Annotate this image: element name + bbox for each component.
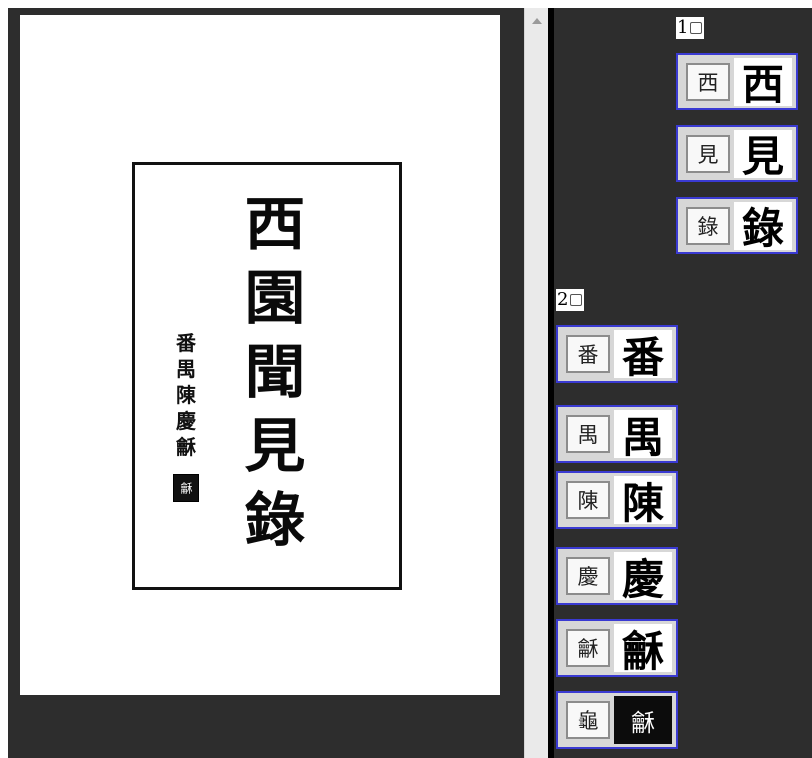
group-1-header[interactable]: 1	[676, 17, 705, 39]
author-char: 慶	[176, 409, 196, 433]
title-char: 聞	[244, 338, 306, 406]
scroll-up-arrow-icon[interactable]	[532, 18, 542, 24]
author-char: 番	[176, 331, 196, 355]
group-2-label: 2	[557, 289, 569, 310]
char-card[interactable]: 龢 龢	[556, 619, 678, 677]
char-glyph-image: 西	[734, 57, 792, 109]
char-text: 陳	[566, 481, 610, 519]
seal-stamp: 龢	[173, 474, 199, 502]
scanned-page: 西 園 聞 見 錄 番 禺 陳 慶 龢 龢	[20, 15, 500, 695]
author-char: 陳	[176, 383, 196, 407]
title-char: 園	[244, 264, 306, 332]
char-text: 番	[566, 335, 610, 373]
title-char: 錄	[244, 486, 306, 554]
title-char: 見	[244, 412, 306, 480]
char-card[interactable]: 禺 禺	[556, 405, 678, 463]
title-char: 西	[244, 190, 306, 258]
char-card[interactable]: 錄 錄	[676, 197, 798, 254]
char-text: 龢	[566, 629, 610, 667]
char-glyph-image: 慶	[614, 552, 672, 604]
vertical-scrollbar[interactable]	[524, 8, 549, 758]
char-card[interactable]: 見 見	[676, 125, 798, 182]
char-text: 龜	[566, 701, 610, 739]
char-card[interactable]: 西 西	[676, 53, 798, 110]
char-card[interactable]: 慶 慶	[556, 547, 678, 605]
seal-glyph: 龢	[631, 708, 655, 737]
char-text: 見	[686, 134, 730, 173]
char-glyph-image: 見	[734, 129, 792, 181]
group-2-header[interactable]: 2	[556, 289, 585, 311]
author-char: 禺	[176, 357, 196, 381]
group-2-checkbox[interactable]	[570, 294, 583, 306]
group-1-label: 1	[677, 17, 689, 38]
char-card[interactable]: 龜 龢	[556, 691, 678, 749]
char-text: 慶	[566, 557, 610, 595]
title-frame: 西 園 聞 見 錄 番 禺 陳 慶 龢 龢	[132, 162, 402, 590]
char-text: 西	[686, 62, 730, 101]
char-glyph-image: 錄	[734, 201, 792, 253]
group-1-checkbox[interactable]	[690, 22, 703, 34]
author-char: 龢	[176, 435, 196, 459]
char-glyph-image: 龢	[614, 624, 672, 676]
char-card[interactable]: 番 番	[556, 325, 678, 383]
char-text: 錄	[686, 206, 730, 245]
char-glyph-image: 陳	[614, 476, 672, 528]
seal-char: 龢	[179, 482, 193, 494]
app: 西 園 聞 見 錄 番 禺 陳 慶 龢 龢 1 西 西 見 見 錄 錄 2 番 …	[0, 0, 812, 758]
title-column: 西 園 聞 見 錄	[239, 187, 311, 557]
char-text: 禺	[566, 415, 610, 453]
char-glyph-image: 番	[614, 330, 672, 382]
char-glyph-image: 龢	[614, 696, 672, 744]
char-glyph-image: 禺	[614, 410, 672, 462]
author-column: 番 禺 陳 慶 龢 龢	[169, 330, 203, 502]
document-viewer[interactable]: 西 園 聞 見 錄 番 禺 陳 慶 龢 龢	[8, 8, 524, 758]
char-card[interactable]: 陳 陳	[556, 471, 678, 529]
character-panel: 1 西 西 見 見 錄 錄 2 番 番 禺 禺 陳 陳 慶 慶 龢 龢 龜 龢	[554, 8, 812, 758]
